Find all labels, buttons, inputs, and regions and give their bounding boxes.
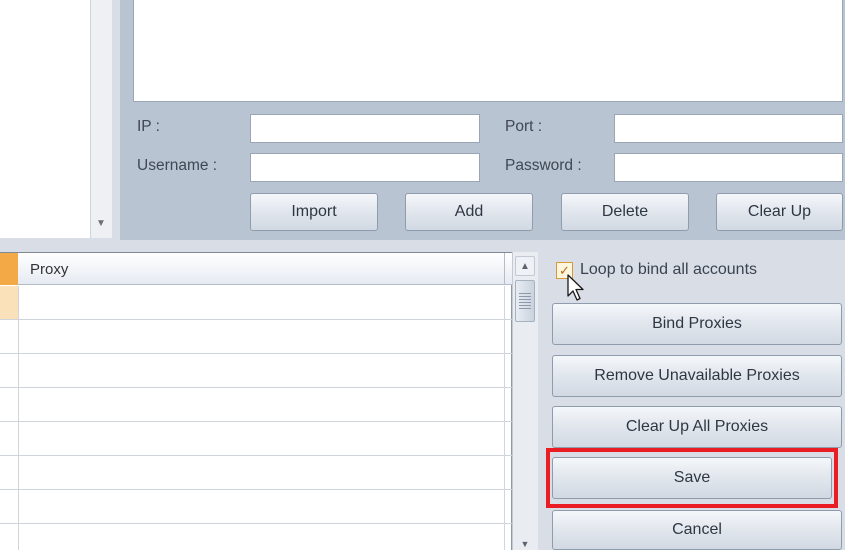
grid-header-selected-column[interactable] [0, 253, 18, 285]
scroll-up-icon[interactable]: ▲ [515, 256, 535, 276]
ip-input[interactable] [250, 114, 480, 143]
proxy-textarea[interactable] [133, 0, 843, 102]
cancel-button[interactable]: Cancel [552, 510, 842, 550]
port-label: Port : [505, 118, 543, 135]
proxy-grid[interactable] [0, 252, 512, 550]
table-row[interactable] [0, 489, 512, 490]
username-label: Username : [137, 157, 218, 174]
add-button[interactable]: Add [405, 193, 533, 231]
grid-header [0, 253, 512, 285]
account-list-scrollbar[interactable] [90, 0, 112, 238]
scroll-down-icon[interactable]: ▼ [90, 214, 112, 234]
remove-unavailable-proxies-button[interactable]: Remove Unavailable Proxies [552, 355, 842, 397]
grid-selected-cell[interactable] [0, 286, 18, 319]
grid-header-divider [504, 253, 505, 285]
ip-label: IP : [137, 118, 160, 135]
mouse-cursor-icon [567, 274, 584, 301]
grid-column-line [18, 286, 19, 550]
table-row[interactable] [0, 455, 512, 456]
table-row[interactable] [0, 353, 512, 354]
grip-icon [519, 293, 531, 309]
save-highlight-box [546, 448, 838, 508]
username-input[interactable] [250, 153, 480, 182]
account-list[interactable] [0, 0, 90, 238]
port-input[interactable] [614, 114, 843, 143]
loop-label[interactable]: Loop to bind all accounts [580, 261, 757, 279]
table-row[interactable] [0, 523, 512, 524]
table-row[interactable] [0, 421, 512, 422]
clear-up-all-proxies-button[interactable]: Clear Up All Proxies [552, 406, 842, 448]
import-button[interactable]: Import [250, 193, 378, 231]
password-input[interactable] [614, 153, 843, 182]
clear-up-button[interactable]: Clear Up [716, 193, 843, 231]
table-row[interactable] [0, 319, 512, 320]
grid-header-proxy[interactable]: Proxy [30, 253, 68, 285]
table-row[interactable] [0, 387, 512, 388]
scroll-down-icon[interactable]: ▼ [515, 538, 535, 550]
delete-button[interactable]: Delete [561, 193, 689, 231]
bind-proxies-button[interactable]: Bind Proxies [552, 303, 842, 345]
password-label: Password : [505, 157, 582, 174]
grid-column-line [504, 286, 505, 550]
